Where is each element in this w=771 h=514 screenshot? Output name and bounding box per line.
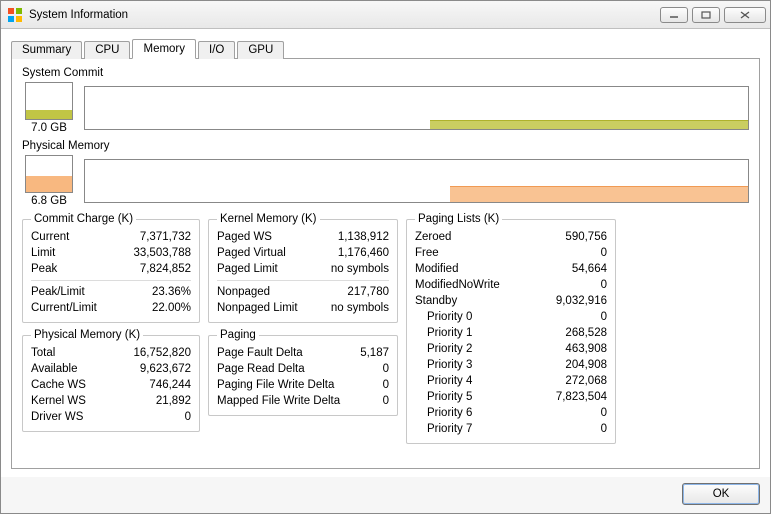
physical-memory-mini-graph (25, 155, 73, 193)
footer: OK (1, 477, 770, 513)
kernel-memory-legend: Kernel Memory (K) (217, 213, 320, 225)
minimize-button[interactable] (660, 7, 688, 23)
tab-strip: Summary CPU Memory I/O GPU (11, 37, 760, 59)
app-icon (7, 7, 23, 23)
physical-memory-row: 6.8 GB (22, 155, 749, 207)
physical-memory-mini-label: 6.8 GB (31, 195, 67, 207)
stats-groups: Commit Charge (K) Current7,371,732 Limit… (22, 213, 749, 444)
physical-memory-mini: 6.8 GB (22, 155, 76, 207)
commit-charge-group: Commit Charge (K) Current7,371,732 Limit… (22, 213, 200, 323)
commit-charge-legend: Commit Charge (K) (31, 213, 136, 225)
window: System Information Summary CPU Memory I/… (0, 0, 771, 514)
system-commit-mini-graph (25, 82, 73, 120)
ok-button[interactable]: OK (682, 483, 760, 505)
system-commit-row: 7.0 GB (22, 82, 749, 134)
window-title: System Information (29, 9, 656, 21)
content-area: Summary CPU Memory I/O GPU System Commit… (1, 29, 770, 477)
physical-memory-legend: Physical Memory (K) (31, 329, 143, 341)
physical-memory-title: Physical Memory (22, 140, 749, 152)
system-commit-mini: 7.0 GB (22, 82, 76, 134)
tab-io[interactable]: I/O (198, 41, 235, 59)
tab-cpu[interactable]: CPU (84, 41, 130, 59)
physical-memory-history-graph (84, 159, 749, 203)
tab-gpu[interactable]: GPU (237, 41, 284, 59)
physical-memory-group: Physical Memory (K) Total16,752,820 Avai… (22, 329, 200, 432)
titlebar[interactable]: System Information (1, 1, 770, 29)
kernel-memory-group: Kernel Memory (K) Paged WS1,138,912 Page… (208, 213, 398, 323)
paging-lists-legend: Paging Lists (K) (415, 213, 502, 225)
close-button[interactable] (724, 7, 766, 23)
system-commit-title: System Commit (22, 67, 749, 79)
paging-group: Paging Page Fault Delta5,187 Page Read D… (208, 329, 398, 416)
paging-legend: Paging (217, 329, 259, 341)
tab-summary[interactable]: Summary (11, 41, 82, 59)
system-commit-mini-label: 7.0 GB (31, 122, 67, 134)
system-commit-history-graph (84, 86, 749, 130)
tab-panel-memory: System Commit 7.0 GB Physical Memory 6.8… (11, 59, 760, 469)
tab-memory[interactable]: Memory (132, 39, 196, 59)
maximize-button[interactable] (692, 7, 720, 23)
paging-lists-group: Paging Lists (K) Zeroed590,756 Free0 Mod… (406, 213, 616, 444)
